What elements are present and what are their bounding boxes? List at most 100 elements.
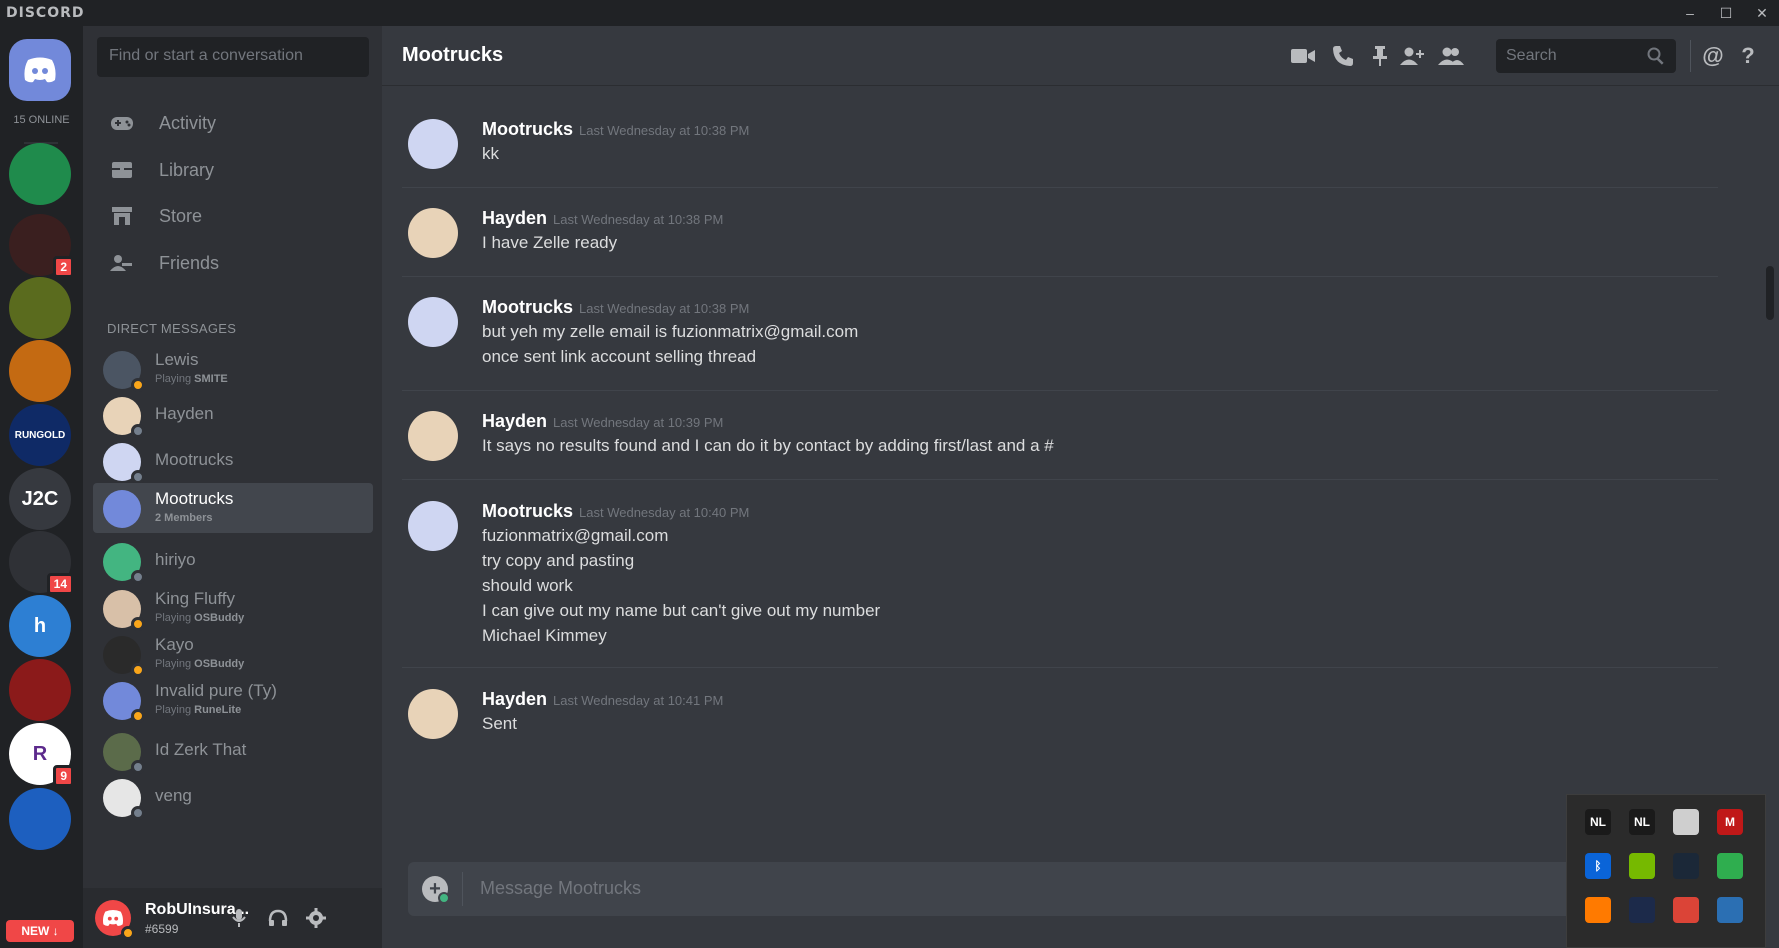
avatar[interactable] bbox=[408, 411, 458, 461]
dm-item[interactable]: Invalid pure (Ty) Playing RuneLite bbox=[93, 675, 373, 725]
microphone-button[interactable] bbox=[228, 907, 250, 929]
avatar[interactable] bbox=[408, 208, 458, 258]
server-icon bbox=[9, 788, 71, 850]
nav-friends-label: Friends bbox=[159, 252, 220, 273]
pin-icon bbox=[1373, 46, 1387, 66]
server-j2c[interactable]: J2C bbox=[9, 468, 71, 530]
message-author[interactable]: Hayden Last Wednesday at 10:39 PM bbox=[482, 411, 723, 432]
network-tray-icon[interactable] bbox=[1717, 897, 1743, 923]
message-text: It says no results found and I can do it… bbox=[482, 436, 1054, 455]
server-rune-treasure[interactable] bbox=[9, 340, 71, 402]
message-author[interactable]: Hayden Last Wednesday at 10:41 PM bbox=[482, 689, 723, 710]
message-composer[interactable]: + Message Mootrucks bbox=[408, 862, 1748, 916]
channel-title: Mootrucks bbox=[402, 44, 504, 66]
nvidia-tray-icon[interactable] bbox=[1629, 853, 1655, 879]
dm-item[interactable]: Mootrucks 2 Members bbox=[93, 483, 373, 533]
avatar[interactable] bbox=[408, 297, 458, 347]
system-tray-overflow: NL NL M ᛒ bbox=[1566, 794, 1766, 948]
server-h[interactable]: h bbox=[9, 595, 71, 657]
dm-name: veng bbox=[155, 786, 192, 805]
dm-activity: Playing OSBuddy bbox=[155, 658, 245, 670]
pinned-messages-button[interactable] bbox=[1367, 43, 1393, 69]
dm-activity: Playing SMITE bbox=[155, 373, 228, 385]
home-button[interactable] bbox=[9, 39, 71, 101]
server-rail: 15 ONLINE 2 RUNGOLD J2C 14 h R 9 NEW ↓ bbox=[0, 26, 83, 948]
steam-tray-icon[interactable] bbox=[1673, 853, 1699, 879]
avast-tray-icon[interactable] bbox=[1585, 897, 1611, 923]
message-divider bbox=[402, 667, 1718, 668]
message-divider bbox=[402, 390, 1718, 391]
server-red-wheel[interactable] bbox=[9, 659, 71, 721]
message-author[interactable]: Mootrucks Last Wednesday at 10:40 PM bbox=[482, 501, 749, 522]
discord-logo-icon bbox=[102, 909, 124, 926]
settings-button[interactable] bbox=[305, 907, 327, 929]
dm-item[interactable]: Hayden bbox=[93, 390, 373, 440]
dm-item[interactable]: Kayo Playing OSBuddy bbox=[93, 629, 373, 679]
nav-store-label: Store bbox=[159, 205, 203, 226]
avatar[interactable] bbox=[408, 119, 458, 169]
avatar bbox=[103, 490, 141, 528]
dm-activity: Playing RuneLite bbox=[155, 704, 242, 716]
gear-icon bbox=[306, 908, 326, 928]
message-author[interactable]: Mootrucks Last Wednesday at 10:38 PM bbox=[482, 297, 749, 318]
member-list-button[interactable] bbox=[1438, 43, 1464, 69]
video-call-button[interactable] bbox=[1290, 43, 1316, 69]
message-divider bbox=[402, 276, 1718, 277]
nl-tray-icon-2[interactable]: NL bbox=[1629, 809, 1655, 835]
server-r[interactable]: R9 bbox=[9, 723, 74, 787]
message-input[interactable]: Message Mootrucks bbox=[480, 878, 641, 899]
message-text: should work bbox=[482, 576, 573, 595]
message-author[interactable]: Hayden Last Wednesday at 10:38 PM bbox=[482, 208, 723, 229]
dm-item[interactable]: Id Zerk That bbox=[93, 726, 373, 776]
chrome-tray-icon[interactable] bbox=[1673, 897, 1699, 923]
help-button[interactable]: ? bbox=[1735, 43, 1761, 69]
server-rungold[interactable]: RUNGOLD bbox=[9, 404, 71, 466]
close-window-button[interactable]: ✕ bbox=[1752, 3, 1772, 23]
avatar[interactable] bbox=[408, 501, 458, 551]
avatar[interactable] bbox=[408, 689, 458, 739]
headphones-icon bbox=[268, 909, 288, 926]
dm-name: King Fluffy bbox=[155, 589, 236, 608]
dm-name: Id Zerk That bbox=[155, 740, 247, 759]
greenshot-tray-icon[interactable] bbox=[1717, 853, 1743, 879]
nav-friends[interactable]: Friends bbox=[97, 241, 369, 285]
nl-tray-icon-1[interactable]: NL bbox=[1585, 809, 1611, 835]
server-paw[interactable] bbox=[9, 788, 71, 850]
mcafee-tray-icon[interactable]: M bbox=[1717, 809, 1743, 835]
server-icon bbox=[9, 143, 71, 205]
find-conversation-input[interactable]: Find or start a conversation bbox=[97, 37, 369, 77]
maximize-button[interactable]: ☐ bbox=[1716, 3, 1736, 23]
server-runescape[interactable] bbox=[9, 277, 71, 339]
headphones-button[interactable] bbox=[267, 907, 289, 929]
dm-name: Kayo bbox=[155, 635, 194, 654]
nav-store[interactable]: Store bbox=[97, 194, 369, 238]
server-resurgence[interactable]: 2 bbox=[9, 214, 74, 278]
nav-activity[interactable]: Activity bbox=[97, 101, 369, 145]
scrollbar[interactable] bbox=[1766, 266, 1774, 320]
server-icon bbox=[9, 659, 71, 721]
message-author[interactable]: Mootrucks Last Wednesday at 10:38 PM bbox=[482, 119, 749, 140]
dots-tray-icon[interactable] bbox=[1629, 897, 1655, 923]
dm-item[interactable]: hiriyo bbox=[93, 536, 373, 586]
message-text: Michael Kimmey bbox=[482, 626, 607, 645]
dm-item[interactable]: Lewis Playing SMITE bbox=[93, 344, 373, 394]
store-icon bbox=[109, 203, 135, 229]
dm-item[interactable]: King Fluffy Playing OSBuddy bbox=[93, 583, 373, 633]
status-dot bbox=[131, 709, 145, 723]
message-text: try copy and pasting bbox=[482, 551, 635, 570]
dm-item[interactable]: veng bbox=[93, 772, 373, 822]
mentions-button[interactable]: @ bbox=[1700, 43, 1726, 69]
dm-name: hiriyo bbox=[155, 550, 196, 569]
add-friend-to-dm-button[interactable] bbox=[1400, 43, 1426, 69]
new-unread-badge[interactable]: NEW ↓ bbox=[6, 920, 74, 942]
bluetooth-tray-icon[interactable]: ᛒ bbox=[1585, 853, 1611, 879]
unread-mentions-badge: 9 bbox=[53, 765, 74, 787]
nav-library[interactable]: Library bbox=[97, 148, 369, 192]
minimize-button[interactable]: – bbox=[1680, 3, 1700, 23]
phone-icon bbox=[1333, 46, 1353, 66]
server-next-level[interactable] bbox=[9, 143, 71, 205]
dm-item[interactable]: Mootrucks bbox=[93, 436, 373, 486]
voice-call-button[interactable] bbox=[1330, 43, 1356, 69]
server-shark[interactable]: 14 bbox=[9, 531, 74, 595]
sync-tray-icon[interactable] bbox=[1673, 809, 1699, 835]
